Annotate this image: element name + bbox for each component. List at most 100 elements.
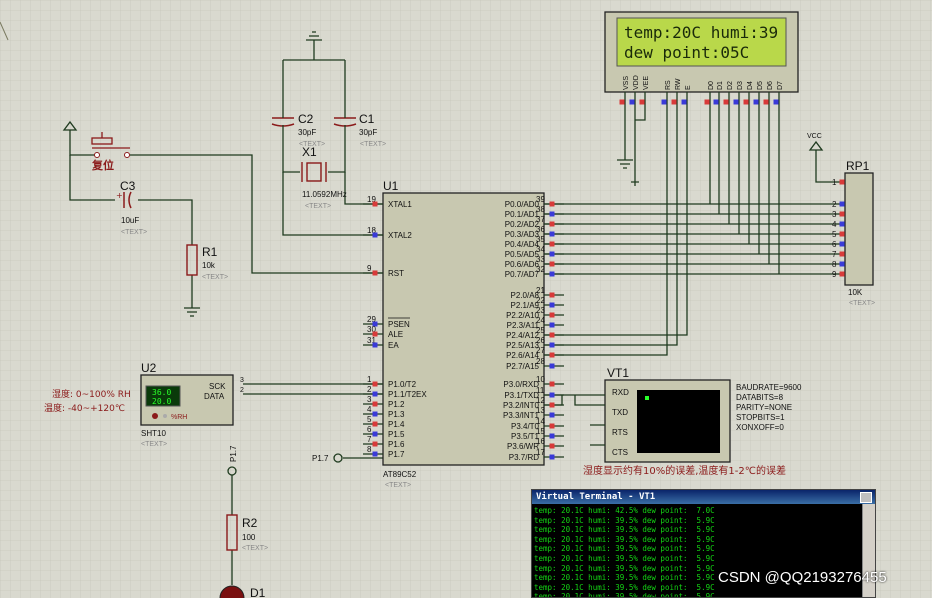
lcd-pin-label: E <box>685 85 692 90</box>
u2-humi-display: 20.0 <box>152 397 171 406</box>
pin-stub <box>549 402 555 408</box>
lcd-line-2: dew point:05C <box>624 43 749 62</box>
pin-stub <box>372 451 378 457</box>
rp1-value: 10K <box>848 288 863 297</box>
pin-stub <box>839 179 845 185</box>
pin-stub <box>549 312 555 318</box>
u1-pin-number: 9 <box>367 264 372 273</box>
rp1-ref: RP1 <box>846 159 870 173</box>
pin-stub <box>549 261 555 267</box>
pin-stub <box>743 99 749 105</box>
r1-text: <TEXT> <box>202 274 228 281</box>
u1-pin-name: P3.1/TXD <box>504 391 539 400</box>
lcd-pin-label: RW <box>675 78 682 90</box>
u1-pin-name: ALE <box>388 330 403 339</box>
pin-stub <box>839 231 845 237</box>
u1-pin-name: P0.7/AD7 <box>505 270 540 279</box>
humidity-range-note: 湿度: 0~100% RH <box>52 388 131 400</box>
pin-stub <box>549 412 555 418</box>
u1-pin-number: 5 <box>367 415 372 424</box>
u1-pin-name: P0.2/AD2 <box>505 220 540 229</box>
pin-stub <box>733 99 739 105</box>
pin-stub <box>661 99 667 105</box>
pin-stub <box>372 421 378 427</box>
u1-pin-number: 7 <box>367 435 372 444</box>
p17-terminal-label: P1.7 <box>312 454 329 463</box>
rp1-pin-number: 5 <box>832 230 837 239</box>
pin-stub <box>773 99 779 105</box>
u1-pin-name: P1.1/T2EX <box>388 390 427 399</box>
u1-pin-name: P2.2/A10 <box>506 311 539 320</box>
pin-stub <box>549 231 555 237</box>
c2-ref: C2 <box>298 112 314 126</box>
u1-pin-number: 8 <box>367 445 372 454</box>
u1-pin-name: P2.4/A12 <box>506 331 539 340</box>
x1-ref: X1 <box>302 145 317 159</box>
vt1-config-line: PARITY=NONE <box>736 403 792 412</box>
rp1-pin-number: 4 <box>832 220 837 229</box>
lcd-pin-label: D4 <box>747 81 754 90</box>
u2-sck: SCK <box>209 382 226 391</box>
u1-pin-name: P2.6/A14 <box>506 351 539 360</box>
pin-stub <box>372 391 378 397</box>
rp1-pin-number: 2 <box>832 200 837 209</box>
lcd-pin-label: D3 <box>737 81 744 90</box>
pin-stub <box>549 363 555 369</box>
c1-value: 30pF <box>359 128 377 137</box>
vt1-ref: VT1 <box>607 366 629 380</box>
rp1-pin-number: 8 <box>832 260 837 269</box>
u1-pin-name: P3.6/WR <box>507 442 539 451</box>
vt1-config-line: BAUDRATE=9600 <box>736 383 802 392</box>
u1-pin-number: 3 <box>367 395 372 404</box>
temperature-range-note: 温度: -40~+120℃ <box>44 402 125 414</box>
u1-pin-name: P0.5/AD5 <box>505 250 540 259</box>
u2-pin-2: 2 <box>240 387 244 394</box>
terminal-title: Virtual Terminal - VT1 <box>532 490 875 504</box>
lcd-module[interactable]: temp:20C humi:39 dew point:05C VSS VDD VEE… <box>604 11 799 106</box>
rp1-pin-number: 9 <box>832 270 837 279</box>
u1-part: AT89C52 <box>383 470 417 479</box>
close-icon[interactable] <box>860 492 872 503</box>
pin-stub <box>619 99 625 105</box>
vt1-rxd: RXD <box>612 388 629 397</box>
terminal-line: temp: 20.1C humi: 39.5% dew point: 5.9C <box>534 534 715 544</box>
pin-stub <box>549 454 555 460</box>
rp1-pin-number: 1 <box>832 178 837 187</box>
rp1-pin-number: 6 <box>832 240 837 249</box>
terminal-line: temp: 20.1C humi: 42.5% dew point: 7.0C <box>534 506 715 515</box>
u1-pin-number: 2 <box>367 385 372 394</box>
pin-stub <box>549 443 555 449</box>
lcd-line-1: temp:20C humi:39 <box>624 23 778 42</box>
pin-stub <box>372 381 378 387</box>
lcd-pin-label: VSS <box>623 76 630 90</box>
rp1-pin-number: 3 <box>832 210 837 219</box>
pin-stub <box>372 201 378 207</box>
c2-value: 30pF <box>298 128 316 137</box>
vt1-config-line: XONXOFF=0 <box>736 423 784 432</box>
pin-stub <box>839 211 845 217</box>
pin-stub <box>549 433 555 439</box>
u1-pin-name: P1.3 <box>388 410 405 419</box>
u1-pin-number: 1 <box>367 375 372 384</box>
u1-pin-name: P2.5/A13 <box>506 341 539 350</box>
u1-text: <TEXT> <box>385 482 411 489</box>
pin-stub <box>839 241 845 247</box>
pin-stub <box>839 251 845 257</box>
c3-ref: C3 <box>120 179 136 193</box>
u1-pin-number: 4 <box>367 405 372 414</box>
reset-label: 复位 <box>91 158 114 172</box>
c3-text: <TEXT> <box>121 229 147 236</box>
pin-stub <box>839 261 845 267</box>
u1-pin-name: P3.3/INT1 <box>503 411 540 420</box>
pin-stub <box>629 99 635 105</box>
u1-pin-name: XTAL1 <box>388 200 412 209</box>
rp1-text: <TEXT> <box>849 300 875 307</box>
c1-ref: C1 <box>359 112 375 126</box>
pin-stub <box>372 270 378 276</box>
mcu-u1[interactable]: U1 AT89C52 <TEXT> 19XTAL118XTAL29RST29PS… <box>363 179 564 489</box>
pin-stub <box>723 99 729 105</box>
pin-stub <box>671 99 677 105</box>
pin-stub <box>549 241 555 247</box>
pin-stub <box>549 322 555 328</box>
pin-stub <box>704 99 710 105</box>
